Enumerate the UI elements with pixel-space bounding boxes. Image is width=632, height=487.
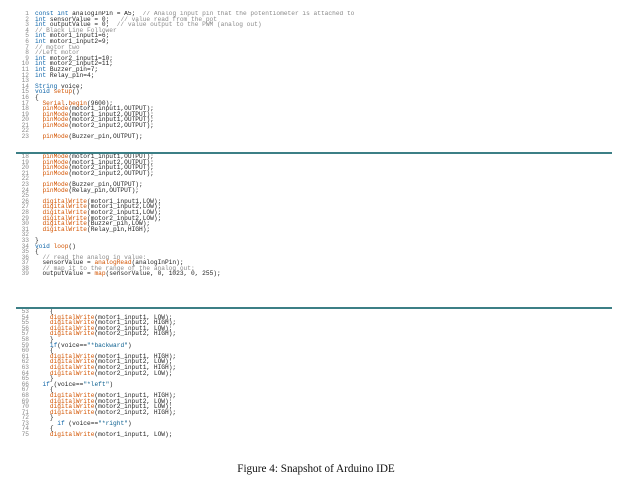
code-line: 23 pinMode(Buzzer_pin,OUTPUT); (16, 133, 612, 141)
line-code: digitalWrite(Relay_pin,HIGH); (42, 225, 151, 233)
line-number: 39 (21, 270, 29, 278)
figure-caption: Figure 4: Snapshot of Arduino IDE (237, 463, 395, 475)
code-editor-panel-middle[interactable]: 18 pinMode(motor1_input1,OUTPUT); 19 pinM… (16, 152, 612, 307)
line-code: pinMode(motor2_input2,OUTPUT); (42, 169, 154, 177)
line-number: 75 (21, 431, 29, 439)
line-code: pinMode(Buzzer_pin,OUTPUT); (42, 133, 143, 141)
line-code: outputValue = map(sensorValue, 0, 1023, … (42, 270, 221, 278)
code-lines: 53 {54 digitalWrite(motor1_input1, LOW);… (16, 309, 612, 438)
line-number: 23 (21, 133, 29, 141)
code-lines: 18 pinMode(motor1_input1,OUTPUT); 19 pinM… (16, 154, 612, 277)
line-code: digitalWrite(motor2_input2, HIGH); (49, 330, 177, 338)
line-code: digitalWrite(motor2_input2, LOW); (49, 369, 173, 377)
line-code: pinMode(Relay_pin,OUTPUT); (42, 186, 140, 194)
line-code: int Relay_pin=4; (35, 71, 95, 79)
code-editor-panel-bottom[interactable]: 53 {54 digitalWrite(motor1_input1, LOW);… (16, 307, 612, 460)
code-editor-panel-top[interactable]: 1 const int analogInPin = A5; // Analog i… (16, 11, 612, 152)
line-code: pinMode(motor2_input2,OUTPUT); (42, 121, 154, 129)
line-code: void loop() (35, 242, 76, 250)
code-lines: 1 const int analogInPin = A5; // Analog i… (16, 11, 612, 140)
line-code: digitalWrite(motor1_input1, LOW); (49, 431, 173, 439)
code-line: 75 digitalWrite(motor1_input1, LOW); (16, 431, 612, 439)
code-line: 39 outputValue = map(sensorValue, 0, 102… (16, 271, 612, 277)
figure: 1 const int analogInPin = A5; // Analog i… (0, 0, 632, 487)
line-code: void setup() (35, 88, 80, 96)
line-code: digitalWrite(motor2_input2, HIGH); (49, 408, 177, 416)
